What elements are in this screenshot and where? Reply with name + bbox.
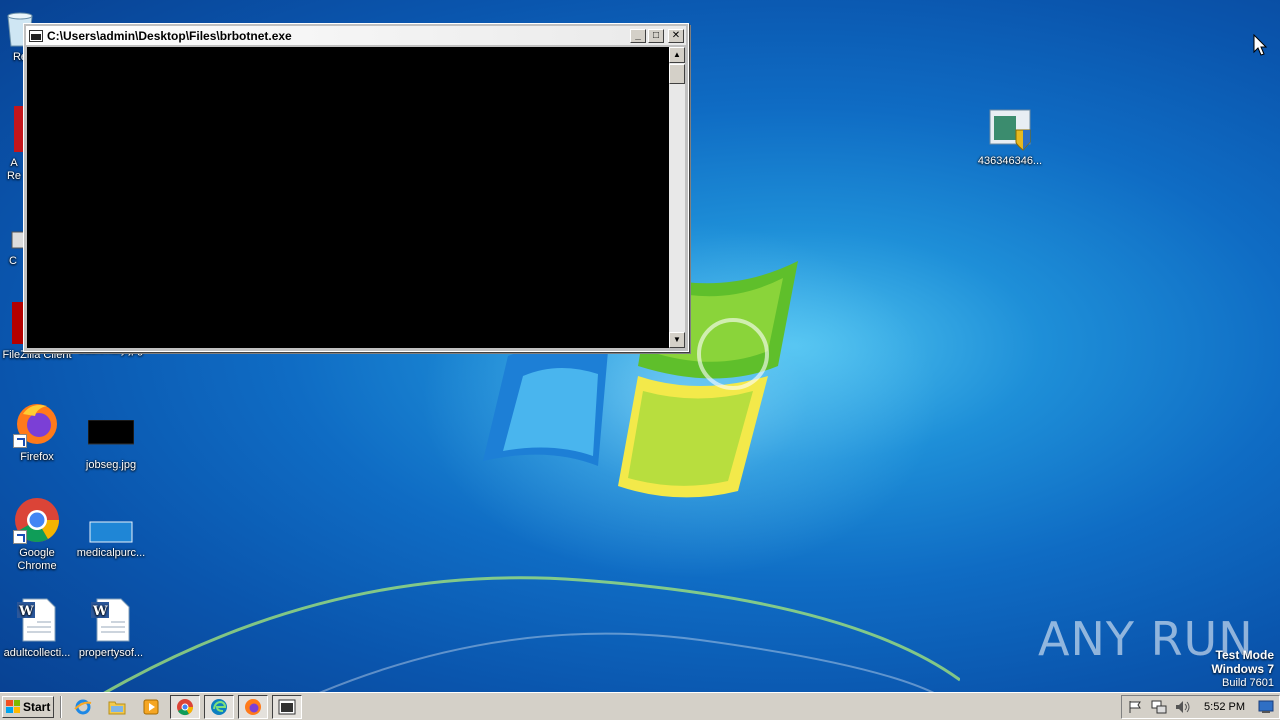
scroll-down-button[interactable]: ▼ — [669, 332, 685, 348]
network-icon[interactable] — [1150, 698, 1168, 716]
desktop-icon-label: Google Chrome — [17, 547, 57, 572]
minimize-button[interactable]: _ — [630, 28, 646, 43]
vertical-scrollbar[interactable]: ▲ ▼ — [669, 47, 685, 348]
taskbar-separator — [60, 695, 62, 718]
windows-flag-icon — [6, 700, 20, 713]
close-button[interactable]: ✕ — [668, 28, 684, 43]
desktop-icon-label: adultcollecti... — [3, 647, 71, 659]
taskbar-file-explorer[interactable] — [102, 695, 132, 719]
desktop-icon-adultcollecti[interactable]: W adultcollecti... — [0, 596, 74, 660]
desktop-icon-label: propertysof... — [78, 647, 144, 659]
scroll-thumb[interactable] — [669, 64, 685, 84]
internet-explorer-icon — [74, 699, 92, 714]
test-mode-line: Test Mode — [1215, 648, 1274, 662]
word-document-icon: W — [13, 596, 61, 644]
console-app-icon — [29, 29, 43, 42]
taskbar-firefox[interactable] — [238, 694, 268, 719]
desktop-icon-propertysof[interactable]: W propertysof... — [74, 596, 148, 660]
image-file-icon — [88, 508, 134, 544]
volume-icon[interactable] — [1174, 698, 1192, 716]
taskbar-clock[interactable]: 5:52 PM — [1204, 701, 1245, 713]
test-mode-notice: Test Mode Windows 7 Build 7601 — [1211, 648, 1274, 690]
start-label: Start — [23, 699, 51, 714]
desktop-icon-installer-436[interactable]: 436346346... — [973, 108, 1047, 168]
start-button[interactable]: Start — [2, 695, 54, 718]
installer-icon — [986, 108, 1034, 152]
svg-text:W: W — [92, 604, 108, 619]
desktop-icon-chrome[interactable]: Google Chrome — [0, 496, 74, 573]
taskbar: Start 5:52 PM — [0, 692, 1280, 720]
desktop-icon-medicalpurc[interactable]: medicalpurc... — [74, 508, 148, 560]
folder-icon — [108, 701, 126, 714]
image-file-icon — [87, 419, 135, 456]
console-window[interactable]: C:\Users\admin\Desktop\Files\brbotnet.ex… — [23, 23, 689, 352]
console-icon — [278, 699, 296, 714]
scroll-up-button[interactable]: ▲ — [669, 47, 685, 63]
edge-icon — [211, 698, 227, 715]
taskbar-media-player[interactable] — [136, 695, 166, 719]
action-center-flag-icon[interactable] — [1126, 698, 1144, 716]
system-tray: 5:52 PM — [1121, 695, 1280, 719]
desktop-icon-label: jobseg.jpg — [85, 459, 137, 471]
shortcut-arrow-icon — [13, 434, 27, 448]
mouse-cursor-icon — [1253, 34, 1268, 56]
svg-text:W: W — [18, 604, 34, 619]
taskbar-internet-explorer[interactable] — [68, 695, 98, 719]
desktop-icon-jobseg[interactable]: jobseg.jpg — [74, 408, 148, 472]
word-document-icon: W — [87, 596, 135, 644]
shortcut-arrow-icon — [13, 530, 27, 544]
taskbar-edge[interactable] — [204, 694, 234, 719]
taskbar-chrome[interactable] — [170, 694, 200, 719]
desktop-icon-firefox[interactable]: Firefox — [0, 400, 74, 464]
firefox-icon — [245, 698, 261, 715]
media-player-icon — [143, 699, 159, 714]
console-output[interactable] — [27, 47, 669, 348]
console-titlebar[interactable]: C:\Users\admin\Desktop\Files\brbotnet.ex… — [26, 26, 686, 45]
console-title: C:\Users\admin\Desktop\Files\brbotnet.ex… — [47, 28, 292, 43]
desktop-icon-label: medicalpurc... — [76, 547, 146, 559]
show-desktop-icon[interactable] — [1257, 698, 1275, 716]
build-line: Build 7601 — [1222, 677, 1274, 689]
desktop-icon-label: Firefox — [20, 451, 54, 463]
desktop-icon-label: 436346346... — [977, 155, 1043, 167]
taskbar-console[interactable] — [272, 694, 302, 719]
maximize-button[interactable]: □ — [648, 28, 664, 43]
firefox-icon — [13, 400, 61, 448]
os-version-line: Windows 7 — [1211, 662, 1274, 676]
chrome-icon — [13, 496, 61, 544]
chrome-icon — [177, 698, 194, 715]
wallpaper-swoosh — [60, 576, 960, 720]
